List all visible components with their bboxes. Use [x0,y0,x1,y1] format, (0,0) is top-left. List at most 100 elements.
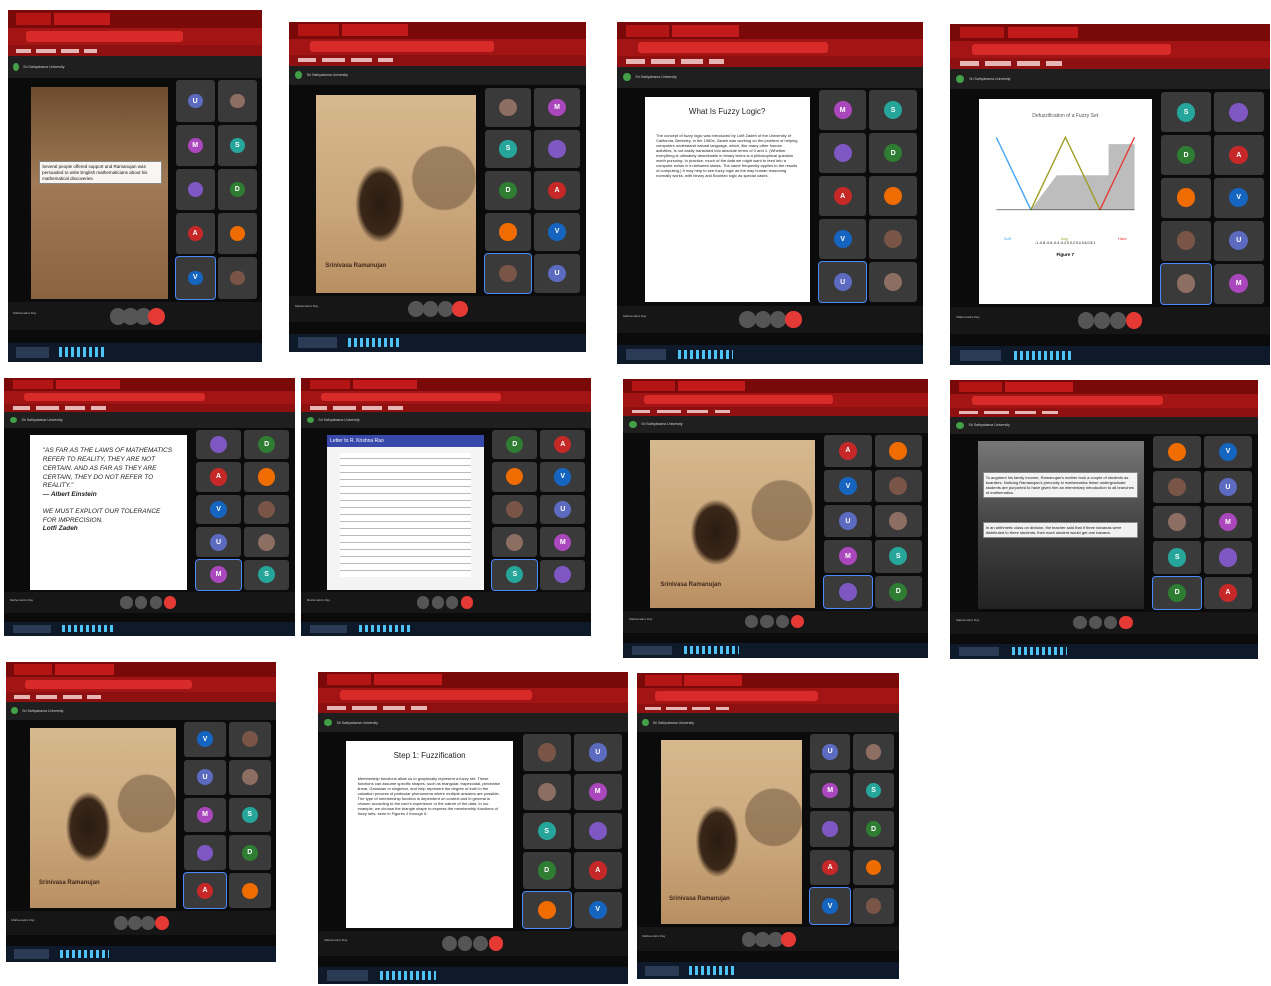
participant-tile[interactable] [1161,220,1211,261]
participant-tile[interactable] [244,462,290,492]
participant-tile[interactable]: M [824,540,872,573]
participant-tile[interactable] [1153,435,1202,468]
browser-tab[interactable] [626,24,669,37]
search-icon[interactable] [644,965,679,976]
search-icon[interactable] [12,624,51,634]
participant-tile[interactable]: U [540,494,586,525]
participant-tile[interactable]: A [183,872,227,909]
bookmark-item[interactable] [687,409,709,414]
bookmark-item[interactable] [1014,410,1037,415]
participant-tile[interactable]: S [1161,92,1211,133]
participant-tile[interactable]: V [1204,435,1252,468]
browser-tab[interactable] [12,379,54,389]
participant-tile[interactable] [874,434,922,467]
mic-icon[interactable] [739,311,756,328]
participant-tile[interactable] [217,80,257,122]
participant-tile[interactable] [492,462,538,492]
bookmark-item[interactable] [361,406,383,410]
participant-tile[interactable] [869,219,917,260]
hand-icon[interactable] [446,596,459,609]
hand-icon[interactable] [775,615,789,629]
participant-tile[interactable]: A [818,176,867,217]
taskbar-apps[interactable] [380,971,436,980]
bookmark-item[interactable] [665,706,687,711]
participant-tile[interactable] [228,722,271,757]
participant-tile[interactable]: U [1213,220,1264,261]
participant-tile[interactable]: D [217,168,257,211]
camera-icon[interactable] [1094,312,1111,329]
browser-tab-active[interactable] [56,379,121,389]
participant-tile[interactable]: V [818,219,867,260]
taskbar-apps[interactable] [1014,350,1072,361]
browser-tab-active[interactable] [1005,382,1074,392]
mic-icon[interactable] [1078,312,1095,329]
end-call-icon[interactable] [781,931,796,947]
participant-tile[interactable] [1161,177,1211,218]
bookmark-item[interactable] [626,59,645,64]
participant-tile[interactable] [853,888,894,924]
participant-tile[interactable]: M [573,773,622,810]
participant-tile[interactable]: M [818,90,867,131]
browser-tab[interactable] [297,24,340,37]
bookmark-item[interactable] [14,694,31,699]
participant-tile[interactable] [484,253,533,294]
bookmark-item[interactable] [84,48,97,54]
participant-tile[interactable] [521,890,572,929]
browser-tab[interactable] [309,379,351,389]
participant-tile[interactable]: V [808,887,852,925]
bookmark-item[interactable] [12,406,31,410]
hand-icon[interactable] [141,915,156,931]
participant-tile[interactable]: A [824,434,872,467]
bookmark-item[interactable] [61,48,80,54]
camera-icon[interactable] [127,915,142,931]
participant-tile[interactable] [874,505,922,538]
bookmark-item[interactable] [644,706,661,711]
participant-tile[interactable] [1153,506,1202,539]
participant-tile[interactable] [1204,541,1252,574]
mic-icon[interactable] [745,615,759,629]
participant-tile[interactable]: M [1213,263,1264,304]
end-call-icon[interactable] [164,596,177,609]
bookmark-item[interactable] [959,410,978,415]
browser-tab-active[interactable] [342,24,408,37]
url-input[interactable] [25,30,184,42]
camera-icon[interactable] [1088,616,1102,630]
bookmark-item[interactable] [656,409,681,414]
bookmark-item[interactable] [1017,61,1040,66]
taskbar-apps[interactable] [58,347,105,358]
taskbar-apps[interactable] [62,625,115,633]
participant-tile[interactable]: S [853,772,894,809]
participant-tile[interactable]: V [824,469,872,503]
participant-tile[interactable]: M [534,88,581,127]
bookmark-item[interactable] [321,58,346,63]
participant-tile[interactable]: U [573,734,622,771]
hand-icon[interactable] [1104,616,1118,630]
mic-icon[interactable] [120,596,133,609]
participant-tile[interactable] [823,574,873,609]
participant-tile[interactable]: A [540,429,586,460]
participant-tile[interactable] [217,257,257,299]
participant-tile[interactable]: U [196,527,242,557]
mic-icon[interactable] [442,935,457,951]
bookmark-item[interactable] [681,59,703,64]
bookmark-item[interactable] [1046,61,1062,66]
participant-tile[interactable] [573,812,622,850]
bookmark-item[interactable] [65,406,86,410]
participant-tile[interactable] [485,212,532,252]
bookmark-item[interactable] [35,48,57,54]
participant-tile[interactable]: D [853,811,894,847]
participant-tile[interactable]: S [244,559,290,590]
bookmark-item[interactable] [714,409,730,414]
participant-tile[interactable]: D [492,429,538,460]
browser-tab-active[interactable] [373,674,442,686]
url-input[interactable] [321,393,502,402]
url-input[interactable] [24,393,205,402]
participant-tile[interactable]: D [228,835,271,871]
camera-icon[interactable] [754,311,772,328]
taskbar-apps[interactable] [684,646,739,655]
bookmark-item[interactable] [378,58,393,63]
bookmark-item[interactable] [309,406,328,410]
browser-tab-active[interactable] [353,379,417,389]
bookmark-item[interactable] [351,58,373,63]
end-call-icon[interactable] [790,615,805,629]
